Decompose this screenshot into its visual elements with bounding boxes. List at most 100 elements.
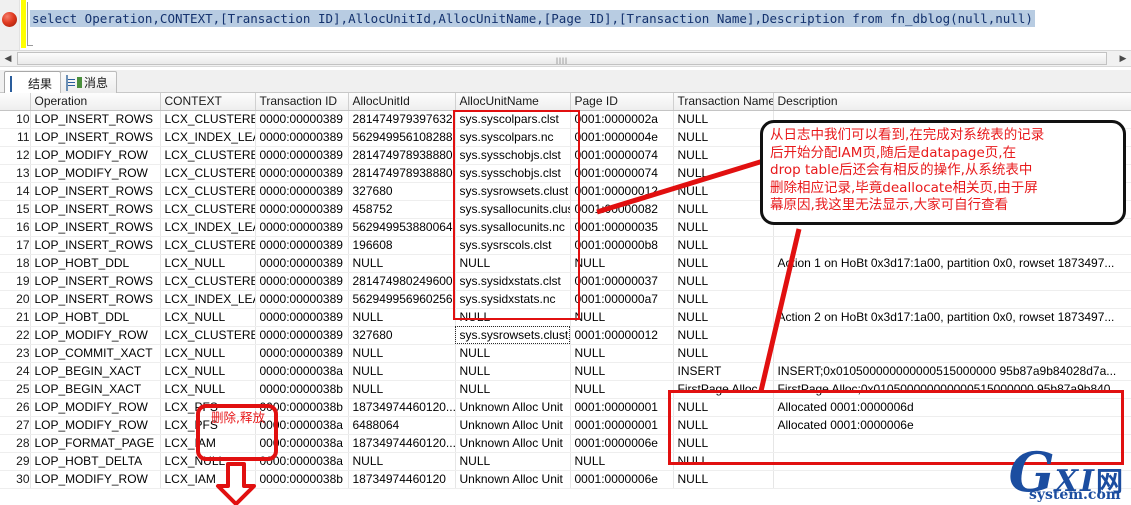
cell-transaction-name[interactable]: NULL — [673, 200, 774, 219]
cell-transaction-name[interactable]: NULL — [673, 470, 774, 489]
table-row[interactable]: 15LOP_INSERT_ROWSLCX_CLUSTERED0000:00000… — [0, 200, 1131, 219]
results-grid[interactable]: Operation CONTEXT Transaction ID AllocUn… — [0, 93, 1131, 505]
cell-transaction-id[interactable]: 0000:0000038a — [255, 452, 349, 471]
cell-pageid[interactable]: NULL — [570, 380, 674, 399]
cell-description[interactable] — [773, 128, 1131, 147]
cell-rownum[interactable]: 16 — [0, 218, 31, 237]
column-header-transaction-id[interactable]: Transaction ID — [255, 93, 349, 111]
cell-context[interactable]: LCX_NULL — [160, 362, 256, 381]
cell-transaction-id[interactable]: 0000:00000389 — [255, 308, 349, 327]
cell-allocunitname[interactable]: NULL — [455, 452, 571, 471]
cell-rownum[interactable]: 12 — [0, 146, 31, 165]
cell-pageid[interactable]: 0001:00000001 — [570, 398, 674, 417]
cell-operation[interactable]: LOP_INSERT_ROWS — [30, 200, 161, 219]
cell-description[interactable] — [773, 218, 1131, 237]
cell-operation[interactable]: LOP_BEGIN_XACT — [30, 362, 161, 381]
cell-rownum[interactable]: 17 — [0, 236, 31, 255]
cell-rownum[interactable]: 28 — [0, 434, 31, 453]
cell-pageid[interactable]: NULL — [570, 452, 674, 471]
scroll-right-arrow-icon[interactable]: ▶ — [1115, 51, 1131, 66]
cell-allocunitname[interactable]: NULL — [455, 254, 571, 273]
cell-allocunitname[interactable]: sys.sysschobjs.clst — [455, 164, 571, 183]
cell-transaction-name[interactable]: NULL — [673, 416, 774, 435]
cell-allocunitid[interactable]: 562949956960256 — [348, 290, 456, 309]
cell-transaction-id[interactable]: 0000:00000389 — [255, 218, 349, 237]
editor-horizontal-scrollbar[interactable]: ◀ llll ▶ — [0, 50, 1131, 67]
cell-context[interactable]: LCX_INDEX_LEAF — [160, 290, 256, 309]
table-row[interactable]: 27 LOP_MODIFY_ROW LCX_PFS 0000:0000038a 6488… — [0, 416, 1131, 435]
cell-transaction-id[interactable]: 0000:00000389 — [255, 182, 349, 201]
cell-allocunitid[interactable]: 327680 — [348, 326, 456, 345]
column-header-operation[interactable]: Operation — [30, 93, 161, 111]
column-header-rownum[interactable] — [0, 93, 31, 111]
cell-operation[interactable]: LOP_INSERT_ROWS — [30, 218, 161, 237]
cell-transaction-id[interactable]: 0000:0000038a — [255, 416, 349, 435]
cell-transaction-name[interactable]: NULL — [673, 110, 774, 129]
cell-transaction-name[interactable]: FirstPage Alloc — [673, 380, 774, 399]
cell-transaction-name[interactable]: NULL — [673, 254, 774, 273]
cell-description[interactable] — [773, 146, 1131, 165]
cell-allocunitid[interactable]: 562949953880064 — [348, 218, 456, 237]
cell-transaction-name[interactable]: NULL — [673, 290, 774, 309]
cell-allocunitid[interactable]: NULL — [348, 254, 456, 273]
cell-description[interactable] — [773, 470, 1131, 489]
cell-rownum[interactable]: 21 — [0, 308, 31, 327]
table-row[interactable]: 17LOP_INSERT_ROWSLCX_CLUSTERED0000:00000… — [0, 236, 1131, 255]
cell-operation[interactable]: LOP_INSERT_ROWS — [30, 128, 161, 147]
cell-description[interactable] — [773, 110, 1131, 129]
table-row[interactable]: 24 LOP_BEGIN_XACT LCX_NULL 0000:0000038a NUL… — [0, 362, 1131, 381]
cell-allocunitid[interactable]: 281474978938880 — [348, 164, 456, 183]
column-header-pageid[interactable]: Page ID — [570, 93, 674, 111]
cell-allocunitname[interactable]: NULL — [455, 362, 571, 381]
cell-transaction-id[interactable]: 0000:00000389 — [255, 326, 349, 345]
cell-rownum[interactable]: 24 — [0, 362, 31, 381]
cell-rownum[interactable]: 25 — [0, 380, 31, 399]
cell-transaction-name[interactable]: NULL — [673, 236, 774, 255]
scrollbar-thumb[interactable]: llll — [17, 52, 1107, 66]
cell-description[interactable] — [773, 182, 1131, 201]
cell-allocunitid[interactable]: 18734974460120... — [348, 434, 456, 453]
cell-context[interactable]: LCX_IAM — [160, 470, 256, 489]
cell-context[interactable]: LCX_INDEX_LEAF — [160, 128, 256, 147]
cell-allocunitname[interactable]: Unknown Alloc Unit — [455, 416, 571, 435]
cell-transaction-id[interactable]: 0000:0000038b — [255, 470, 349, 489]
table-row[interactable]: 16LOP_INSERT_ROWSLCX_INDEX_LEAF0000:0000… — [0, 218, 1131, 237]
cell-transaction-id[interactable]: 0000:00000389 — [255, 254, 349, 273]
cell-transaction-name[interactable]: NULL — [673, 308, 774, 327]
cell-transaction-id[interactable]: 0000:00000389 — [255, 344, 349, 363]
cell-rownum[interactable]: 13 — [0, 164, 31, 183]
cell-transaction-id[interactable]: 0000:0000038a — [255, 362, 349, 381]
cell-operation[interactable]: LOP_HOBT_DDL — [30, 308, 161, 327]
cell-pageid[interactable]: 0001:00000074 — [570, 146, 674, 165]
cell-allocunitname[interactable]: sys.sysallocunits.nc — [455, 218, 571, 237]
cell-pageid[interactable]: 0001:0000002a — [570, 110, 674, 129]
cell-rownum[interactable]: 22 — [0, 326, 31, 345]
cell-rownum[interactable]: 29 — [0, 452, 31, 471]
cell-context[interactable]: LCX_CLUSTERED — [160, 236, 256, 255]
cell-allocunitname[interactable]: Unknown Alloc Unit — [455, 434, 571, 453]
cell-operation[interactable]: LOP_HOBT_DDL — [30, 254, 161, 273]
cell-operation[interactable]: LOP_COMMIT_XACT — [30, 344, 161, 363]
table-row[interactable]: 12LOP_MODIFY_ROWLCX_CLUSTERED0000:000003… — [0, 146, 1131, 165]
cell-operation[interactable]: LOP_INSERT_ROWS — [30, 236, 161, 255]
scroll-left-arrow-icon[interactable]: ◀ — [0, 51, 16, 66]
cell-allocunitname[interactable]: Unknown Alloc Unit — [455, 470, 571, 489]
cell-rownum[interactable]: 27 — [0, 416, 31, 435]
cell-operation[interactable]: LOP_MODIFY_ROW — [30, 470, 161, 489]
cell-operation[interactable]: LOP_MODIFY_ROW — [30, 416, 161, 435]
cell-transaction-id[interactable]: 0000:00000389 — [255, 290, 349, 309]
cell-operation[interactable]: LOP_BEGIN_XACT — [30, 380, 161, 399]
cell-rownum[interactable]: 14 — [0, 182, 31, 201]
cell-allocunitid[interactable]: 327680 — [348, 182, 456, 201]
cell-transaction-name[interactable]: NULL — [673, 434, 774, 453]
cell-transaction-name[interactable]: NULL — [673, 326, 774, 345]
cell-pageid[interactable]: 0001:00000035 — [570, 218, 674, 237]
cell-context[interactable]: LCX_INDEX_LEAF — [160, 218, 256, 237]
cell-pageid[interactable]: NULL — [570, 308, 674, 327]
cell-pageid[interactable]: 0001:000000a7 — [570, 290, 674, 309]
cell-transaction-id[interactable]: 0000:00000389 — [255, 146, 349, 165]
cell-allocunitid[interactable]: NULL — [348, 452, 456, 471]
cell-pageid[interactable]: 0001:00000012 — [570, 182, 674, 201]
cell-allocunitid[interactable]: 196608 — [348, 236, 456, 255]
cell-pageid[interactable]: NULL — [570, 254, 674, 273]
